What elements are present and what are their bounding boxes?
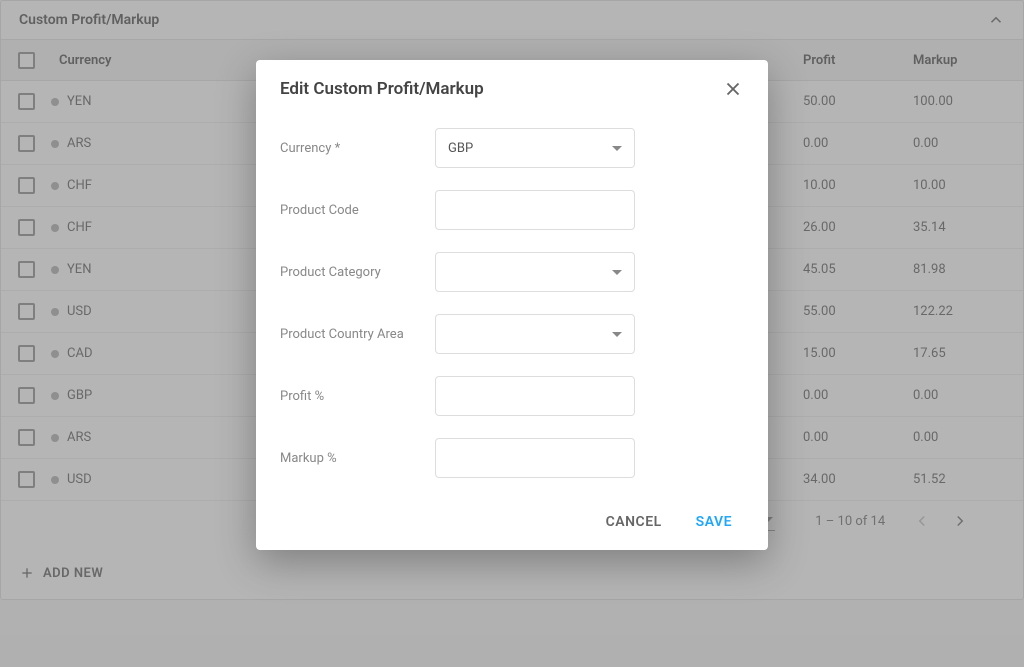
edit-modal: Edit Custom Profit/Markup Currency * GBP…: [256, 60, 768, 550]
modal-overlay: Edit Custom Profit/Markup Currency * GBP…: [0, 0, 1024, 667]
markup-pct-label: Markup %: [280, 451, 435, 466]
modal-title: Edit Custom Profit/Markup: [280, 79, 484, 99]
chevron-down-icon: [612, 146, 622, 151]
profit-pct-input[interactable]: [435, 376, 635, 416]
product-category-label: Product Category: [280, 265, 435, 280]
markup-pct-input[interactable]: [435, 438, 635, 478]
profit-pct-label: Profit %: [280, 389, 435, 404]
chevron-down-icon: [612, 270, 622, 275]
currency-select[interactable]: GBP: [435, 128, 635, 168]
product-category-select[interactable]: [435, 252, 635, 292]
product-code-input[interactable]: [435, 190, 635, 230]
chevron-down-icon: [612, 332, 622, 337]
product-country-area-label: Product Country Area: [280, 327, 435, 342]
product-country-area-select[interactable]: [435, 314, 635, 354]
currency-label: Currency *: [280, 141, 435, 156]
save-button[interactable]: SAVE: [696, 514, 732, 530]
close-icon[interactable]: [722, 78, 744, 100]
cancel-button[interactable]: CANCEL: [606, 514, 662, 530]
currency-value: GBP: [448, 141, 473, 156]
product-code-label: Product Code: [280, 203, 435, 218]
